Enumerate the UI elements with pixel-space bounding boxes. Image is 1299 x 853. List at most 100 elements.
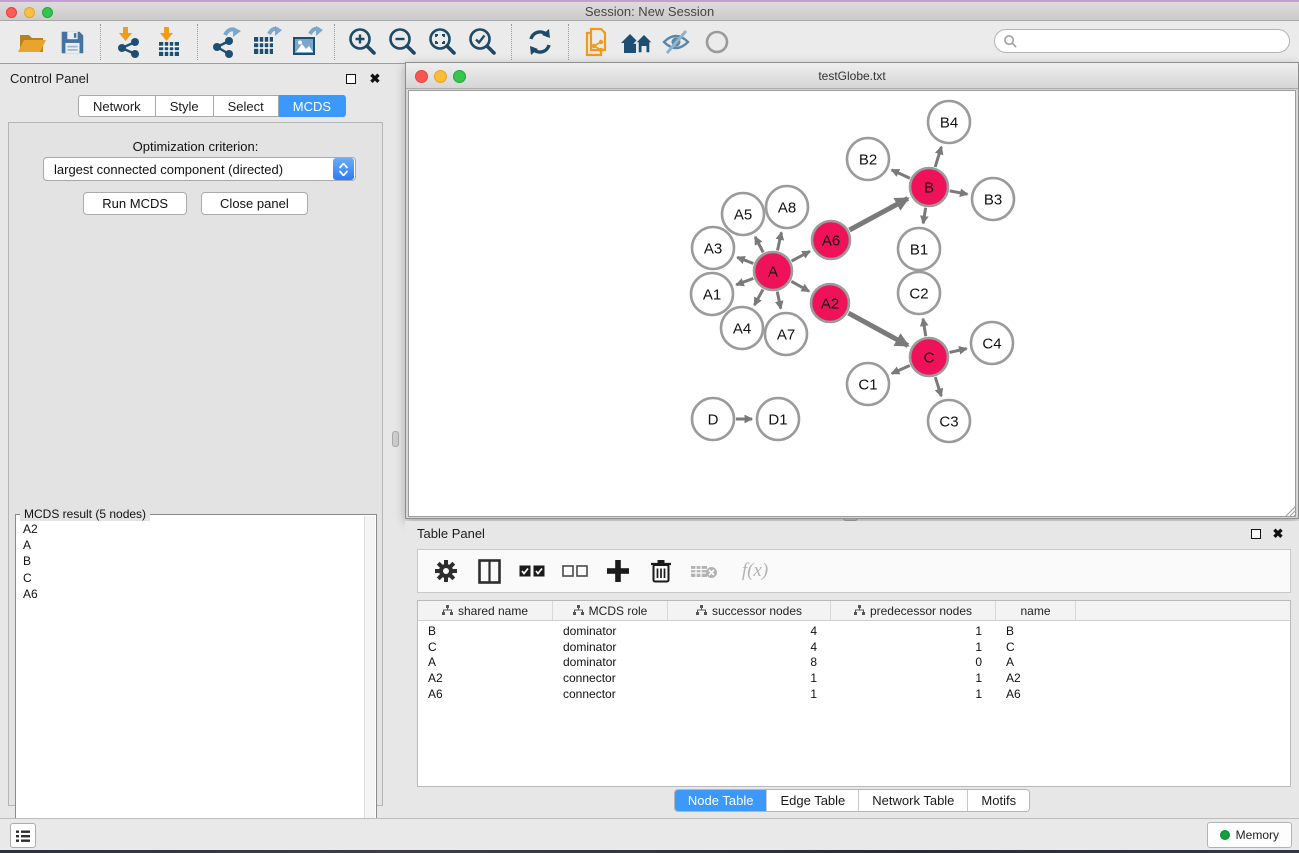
graph-node-A[interactable]: A bbox=[754, 252, 792, 290]
graph-edge-A-A5[interactable] bbox=[755, 237, 763, 252]
tab-node-table[interactable]: Node Table bbox=[675, 790, 767, 811]
graph-node-A4[interactable]: A4 bbox=[721, 307, 763, 349]
tab-edge-table[interactable]: Edge Table bbox=[766, 790, 858, 811]
window-titlebar[interactable]: Session: New Session bbox=[0, 2, 1299, 21]
minimize-window-button[interactable] bbox=[24, 7, 35, 18]
graph-node-B2[interactable]: B2 bbox=[847, 138, 889, 180]
function-builder-button[interactable]: f(x) bbox=[733, 556, 777, 586]
search-input[interactable] bbox=[1018, 32, 1289, 50]
graph-node-A5[interactable]: A5 bbox=[722, 193, 764, 235]
graph-node-A7[interactable]: A7 bbox=[765, 313, 807, 355]
resize-grip-icon[interactable] bbox=[1284, 504, 1297, 517]
float-panel-button[interactable] bbox=[344, 72, 358, 86]
mcds-result-item[interactable]: B bbox=[17, 553, 363, 569]
graph-node-B4[interactable]: B4 bbox=[928, 101, 970, 143]
table-row[interactable]: Bdominator41B bbox=[418, 623, 1290, 639]
mcds-result-item[interactable]: A bbox=[17, 537, 363, 553]
table-row[interactable]: A6connector11A6 bbox=[418, 686, 1290, 702]
import-table-button[interactable] bbox=[149, 23, 189, 61]
network-window-titlebar[interactable]: testGlobe.txt bbox=[406, 63, 1298, 89]
mcds-result-list[interactable]: A2ABCA6 bbox=[17, 521, 363, 853]
network-canvas[interactable]: B4 B2 B B3 A8A5 A6 A3 B1 A A1 C2 A2 A4A7 C4 C C1 C3 D D1 bbox=[408, 90, 1296, 517]
tab-style[interactable]: Style bbox=[156, 95, 214, 117]
graph-node-C1[interactable]: C1 bbox=[847, 363, 889, 405]
graph-node-D[interactable]: D bbox=[692, 398, 734, 440]
graph-edge-A-A7[interactable] bbox=[777, 292, 781, 309]
save-session-button[interactable] bbox=[52, 23, 92, 61]
zoom-out-button[interactable] bbox=[383, 23, 423, 61]
graph-edge-C-C3[interactable] bbox=[935, 377, 941, 396]
table-row[interactable]: Cdominator41C bbox=[418, 639, 1290, 655]
column-header-shared-name[interactable]: shared name bbox=[418, 601, 553, 620]
graph-edge-A-A6[interactable] bbox=[792, 251, 810, 261]
column-header-mcds-role[interactable]: MCDS role bbox=[553, 601, 668, 620]
graph-edge-A-A8[interactable] bbox=[777, 232, 781, 250]
mcds-result-item[interactable]: A6 bbox=[17, 586, 363, 602]
zoom-selected-button[interactable] bbox=[463, 23, 503, 61]
graph-edge-A2-C[interactable] bbox=[848, 313, 907, 345]
refresh-network-button[interactable] bbox=[520, 23, 560, 61]
graph-node-C3[interactable]: C3 bbox=[928, 400, 970, 442]
create-column-button[interactable] bbox=[604, 556, 632, 586]
graph-node-B3[interactable]: B3 bbox=[972, 178, 1014, 220]
mcds-result-item[interactable]: C bbox=[17, 570, 363, 586]
network-close-button[interactable] bbox=[415, 70, 428, 83]
vertical-splitter-handle[interactable] bbox=[392, 431, 399, 447]
import-network-button[interactable] bbox=[109, 23, 149, 61]
close-panel-button-inline[interactable]: Close panel bbox=[201, 192, 308, 215]
graph-node-A6[interactable]: A6 bbox=[812, 221, 850, 259]
graph-edge-A6-B[interactable] bbox=[849, 198, 907, 230]
new-network-from-selection-button[interactable] bbox=[577, 23, 617, 61]
table-row[interactable]: Adominator80A bbox=[418, 654, 1290, 670]
open-session-button[interactable] bbox=[12, 23, 52, 61]
tab-mcds[interactable]: MCDS bbox=[279, 95, 346, 117]
export-table-button[interactable] bbox=[246, 23, 286, 61]
graph-node-A3[interactable]: A3 bbox=[692, 227, 734, 269]
table-settings-button[interactable] bbox=[432, 556, 460, 586]
graph-node-A2[interactable]: A2 bbox=[811, 284, 849, 322]
close-panel-button[interactable]: ✖ bbox=[368, 72, 382, 86]
mcds-result-scrollbar[interactable] bbox=[364, 516, 375, 853]
graph-edge-B-B3[interactable] bbox=[950, 191, 968, 194]
graph-node-A1[interactable]: A1 bbox=[691, 273, 733, 315]
zoom-fit-button[interactable] bbox=[423, 23, 463, 61]
graph-edge-A-A1[interactable] bbox=[736, 278, 753, 284]
select-all-columns-button[interactable] bbox=[518, 556, 546, 586]
graph-node-C2[interactable]: C2 bbox=[898, 272, 940, 314]
graph-edge-C-C2[interactable] bbox=[923, 319, 926, 337]
table-row[interactable]: A2connector11A2 bbox=[418, 670, 1290, 686]
column-header-successor-nodes[interactable]: successor nodes bbox=[668, 601, 831, 620]
close-window-button[interactable] bbox=[6, 7, 17, 18]
delete-columns-button[interactable] bbox=[647, 556, 675, 586]
graph-node-C4[interactable]: C4 bbox=[971, 322, 1013, 364]
graph-edge-B-B1[interactable] bbox=[923, 208, 926, 224]
graph-node-C[interactable]: C bbox=[910, 338, 948, 376]
task-history-button[interactable] bbox=[10, 823, 36, 848]
optimization-criterion-select[interactable]: largest connected component (directed) bbox=[43, 157, 356, 181]
graph-edge-A-A3[interactable] bbox=[737, 257, 753, 263]
tab-select[interactable]: Select bbox=[214, 95, 279, 117]
tab-motifs[interactable]: Motifs bbox=[967, 790, 1029, 811]
graph-node-A8[interactable]: A8 bbox=[766, 186, 808, 228]
delete-table-button[interactable] bbox=[690, 556, 718, 586]
zoom-in-button[interactable] bbox=[343, 23, 383, 61]
show-all-button[interactable] bbox=[697, 23, 737, 61]
graph-edge-B-B4[interactable] bbox=[935, 147, 941, 167]
graph-edge-B-B2[interactable] bbox=[892, 170, 910, 178]
search-box[interactable] bbox=[994, 29, 1290, 53]
mcds-result-item[interactable]: A2 bbox=[17, 521, 363, 537]
deselect-all-columns-button[interactable] bbox=[561, 556, 589, 586]
close-table-panel-button[interactable]: ✖ bbox=[1271, 527, 1285, 541]
column-header-name[interactable]: name bbox=[996, 601, 1076, 620]
graph-node-D1[interactable]: D1 bbox=[757, 398, 799, 440]
run-mcds-button[interactable]: Run MCDS bbox=[83, 192, 187, 215]
tab-network-table[interactable]: Network Table bbox=[858, 790, 967, 811]
graph-node-B1[interactable]: B1 bbox=[898, 228, 940, 270]
tab-network[interactable]: Network bbox=[78, 95, 156, 117]
float-table-panel-button[interactable] bbox=[1249, 527, 1263, 541]
network-minimize-button[interactable] bbox=[434, 70, 447, 83]
graph-edge-C-C4[interactable] bbox=[949, 349, 966, 353]
graph-node-B[interactable]: B bbox=[910, 168, 948, 206]
export-network-button[interactable] bbox=[206, 23, 246, 61]
hide-selected-button[interactable] bbox=[657, 23, 697, 61]
